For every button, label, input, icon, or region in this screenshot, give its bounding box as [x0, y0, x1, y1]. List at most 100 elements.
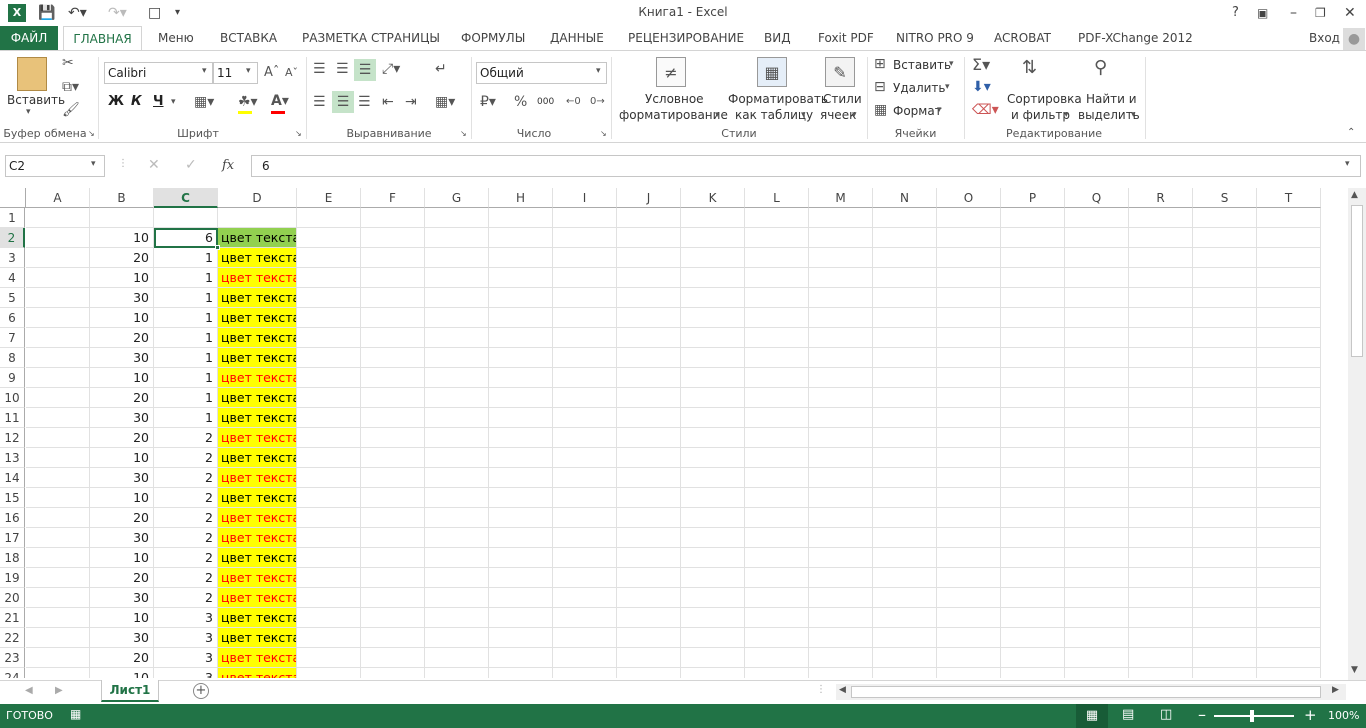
- conditional-formatting-icon[interactable]: ≠: [656, 57, 686, 87]
- cell[interactable]: [489, 268, 553, 288]
- cell[interactable]: [937, 468, 1001, 488]
- row-header[interactable]: 7: [0, 328, 25, 348]
- cell[interactable]: [1257, 288, 1321, 308]
- column-header-e[interactable]: E: [297, 188, 361, 208]
- cell[interactable]: [361, 228, 425, 248]
- cell-c[interactable]: 2: [154, 588, 218, 608]
- autosum-icon[interactable]: Σ▾: [972, 55, 990, 74]
- cell[interactable]: [489, 308, 553, 328]
- confirm-entry-icon[interactable]: ✓: [185, 157, 197, 173]
- cell[interactable]: [681, 328, 745, 348]
- horizontal-scroll-thumb[interactable]: [851, 686, 1321, 698]
- font-size-box[interactable]: 11: [213, 62, 258, 84]
- cell-c[interactable]: 3: [154, 628, 218, 648]
- row-header[interactable]: 14: [0, 468, 25, 488]
- row-header[interactable]: 8: [0, 348, 25, 368]
- cell[interactable]: [1193, 228, 1257, 248]
- cell[interactable]: [617, 328, 681, 348]
- cell[interactable]: [1193, 628, 1257, 648]
- cell[interactable]: [1193, 308, 1257, 328]
- cell[interactable]: [745, 328, 809, 348]
- cell[interactable]: [873, 228, 937, 248]
- cell[interactable]: [297, 388, 361, 408]
- cell[interactable]: [1257, 208, 1321, 228]
- cell[interactable]: [809, 308, 873, 328]
- cell[interactable]: [617, 428, 681, 448]
- cell[interactable]: [489, 408, 553, 428]
- copy-icon[interactable]: ⧉▾: [62, 79, 79, 95]
- cell[interactable]: [1129, 628, 1193, 648]
- scroll-right-icon[interactable]: ▶: [1332, 685, 1339, 695]
- cell[interactable]: [745, 248, 809, 268]
- cell[interactable]: [937, 208, 1001, 228]
- cell[interactable]: [617, 408, 681, 428]
- cell[interactable]: [937, 308, 1001, 328]
- format-dropdown-icon[interactable]: ▾: [937, 105, 942, 115]
- cell-c[interactable]: 2: [154, 468, 218, 488]
- cell[interactable]: [1001, 328, 1065, 348]
- cell-b[interactable]: 10: [90, 668, 154, 678]
- cell[interactable]: [1193, 508, 1257, 528]
- cancel-entry-icon[interactable]: ✕: [148, 157, 160, 173]
- row-header[interactable]: 20: [0, 588, 25, 608]
- cell[interactable]: [26, 208, 90, 228]
- cell[interactable]: [297, 488, 361, 508]
- cell[interactable]: [489, 648, 553, 668]
- worksheet-grid[interactable]: ABCDEFGHIJKLMNOPQRST 1 2 10 6 цвет текста 3 20…: [0, 188, 1348, 678]
- cell[interactable]: [361, 388, 425, 408]
- cell[interactable]: [26, 388, 90, 408]
- cell[interactable]: [937, 668, 1001, 678]
- cell[interactable]: [617, 308, 681, 328]
- cell[interactable]: [1065, 228, 1129, 248]
- cell-d[interactable]: цвет текста: [218, 508, 297, 528]
- cell-d[interactable]: цвет текста: [218, 228, 297, 248]
- cell-d[interactable]: цвет текста: [218, 528, 297, 548]
- cell[interactable]: [1001, 668, 1065, 678]
- cell-b[interactable]: 30: [90, 348, 154, 368]
- cell[interactable]: [297, 608, 361, 628]
- cell[interactable]: [617, 548, 681, 568]
- cell-b[interactable]: 10: [90, 548, 154, 568]
- cell[interactable]: [617, 648, 681, 668]
- cell[interactable]: [617, 528, 681, 548]
- cell[interactable]: [809, 588, 873, 608]
- cell[interactable]: [681, 588, 745, 608]
- cell[interactable]: [681, 468, 745, 488]
- row-header[interactable]: 24: [0, 668, 25, 678]
- cell[interactable]: [1129, 248, 1193, 268]
- cell[interactable]: [297, 268, 361, 288]
- cell[interactable]: [681, 448, 745, 468]
- cell[interactable]: [489, 328, 553, 348]
- cell[interactable]: [489, 468, 553, 488]
- cell[interactable]: [681, 508, 745, 528]
- cell[interactable]: [361, 408, 425, 428]
- cell[interactable]: [297, 348, 361, 368]
- cell[interactable]: [361, 368, 425, 388]
- cell-d[interactable]: цвет текста: [218, 488, 297, 508]
- cell-c[interactable]: 1: [154, 368, 218, 388]
- zoom-slider[interactable]: [1214, 715, 1294, 717]
- tab-insert[interactable]: ВСТАВКА: [220, 26, 277, 50]
- insert-function-button[interactable]: fx: [222, 158, 234, 173]
- cell[interactable]: [745, 608, 809, 628]
- cell[interactable]: [361, 528, 425, 548]
- cell[interactable]: [1065, 308, 1129, 328]
- decrease-font-icon[interactable]: Aˇ: [285, 66, 298, 79]
- cell[interactable]: [617, 288, 681, 308]
- cell[interactable]: [1065, 268, 1129, 288]
- cell[interactable]: [553, 308, 617, 328]
- cell[interactable]: [809, 448, 873, 468]
- cell[interactable]: [745, 428, 809, 448]
- cell[interactable]: [937, 568, 1001, 588]
- row-header[interactable]: 15: [0, 488, 25, 508]
- column-header-g[interactable]: G: [425, 188, 489, 208]
- cell[interactable]: [937, 388, 1001, 408]
- bold-button[interactable]: Ж: [108, 94, 124, 109]
- underline-dropdown-icon[interactable]: ▾: [171, 97, 176, 107]
- cell[interactable]: [1129, 268, 1193, 288]
- cell[interactable]: [745, 388, 809, 408]
- delete-cells-button[interactable]: Удалить: [893, 81, 946, 95]
- cell[interactable]: [553, 408, 617, 428]
- cell-styles-icon[interactable]: ✎: [825, 57, 855, 87]
- cell[interactable]: [745, 368, 809, 388]
